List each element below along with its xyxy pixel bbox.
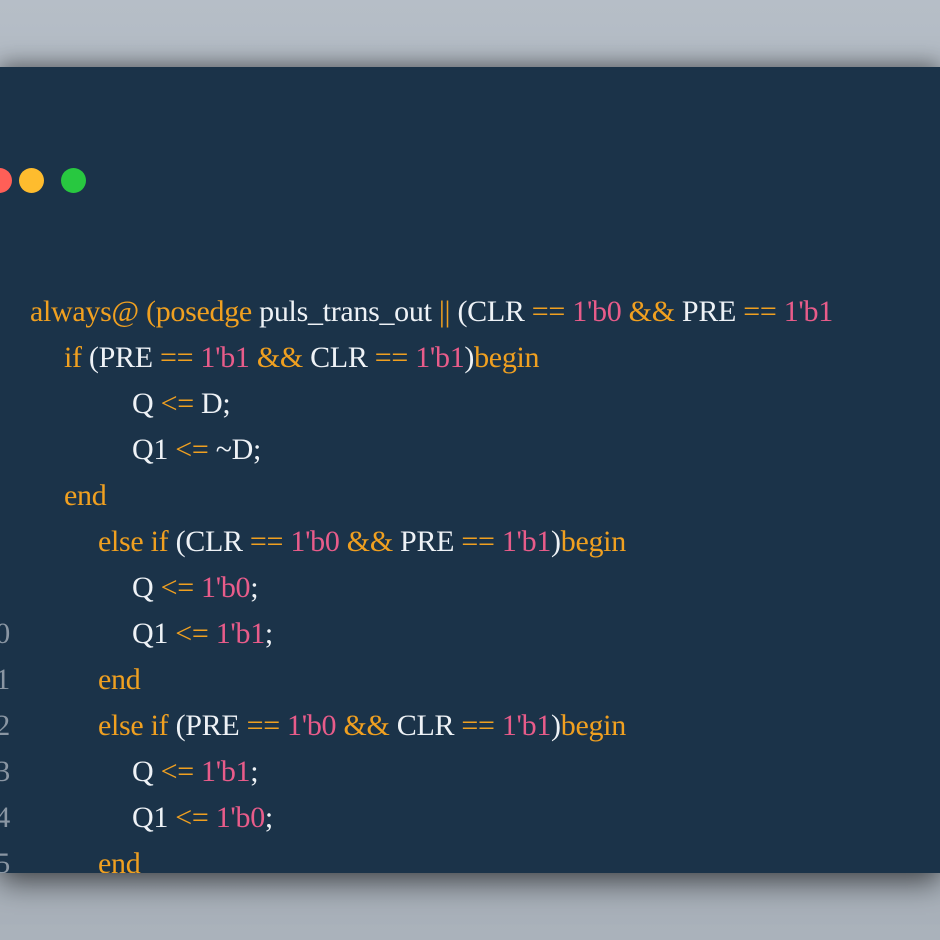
code-line: Q1 <= 1'b1;	[0, 519, 940, 650]
code-line: 5 end	[0, 795, 940, 873]
code-line: Q1 <= ~D;	[0, 335, 940, 466]
code-line: 1 else if (PRE == 1'b0 && CLR == 1'b1)be…	[0, 611, 940, 742]
code-line: end	[0, 381, 940, 512]
code-line: 3 Q1 <= 1'b0;	[0, 703, 940, 834]
code-line: else if (CLR == 1'b0 && PRE == 1'b1)begi…	[0, 427, 940, 558]
code-line: Q <= D;	[0, 289, 940, 420]
code-line: Q <= 1'b0;	[0, 473, 940, 604]
code-line: 2 Q <= 1'b1;	[0, 657, 940, 788]
line-number: 5	[0, 847, 10, 873]
code-area[interactable]: always@ (posedge puls_trans_out || (CLR …	[0, 67, 940, 873]
code-editor-window: always@ (posedge puls_trans_out || (CLR …	[0, 67, 940, 873]
code-line: always@ (posedge puls_trans_out || (CLR …	[0, 197, 940, 328]
code-line: if (PRE == 1'b1 && CLR == 1'b1)begin	[0, 243, 940, 374]
line-text: end	[98, 841, 141, 873]
code-token: end	[98, 847, 141, 873]
code-line: 0 end	[0, 565, 940, 696]
code-line: 4 end	[0, 749, 940, 873]
